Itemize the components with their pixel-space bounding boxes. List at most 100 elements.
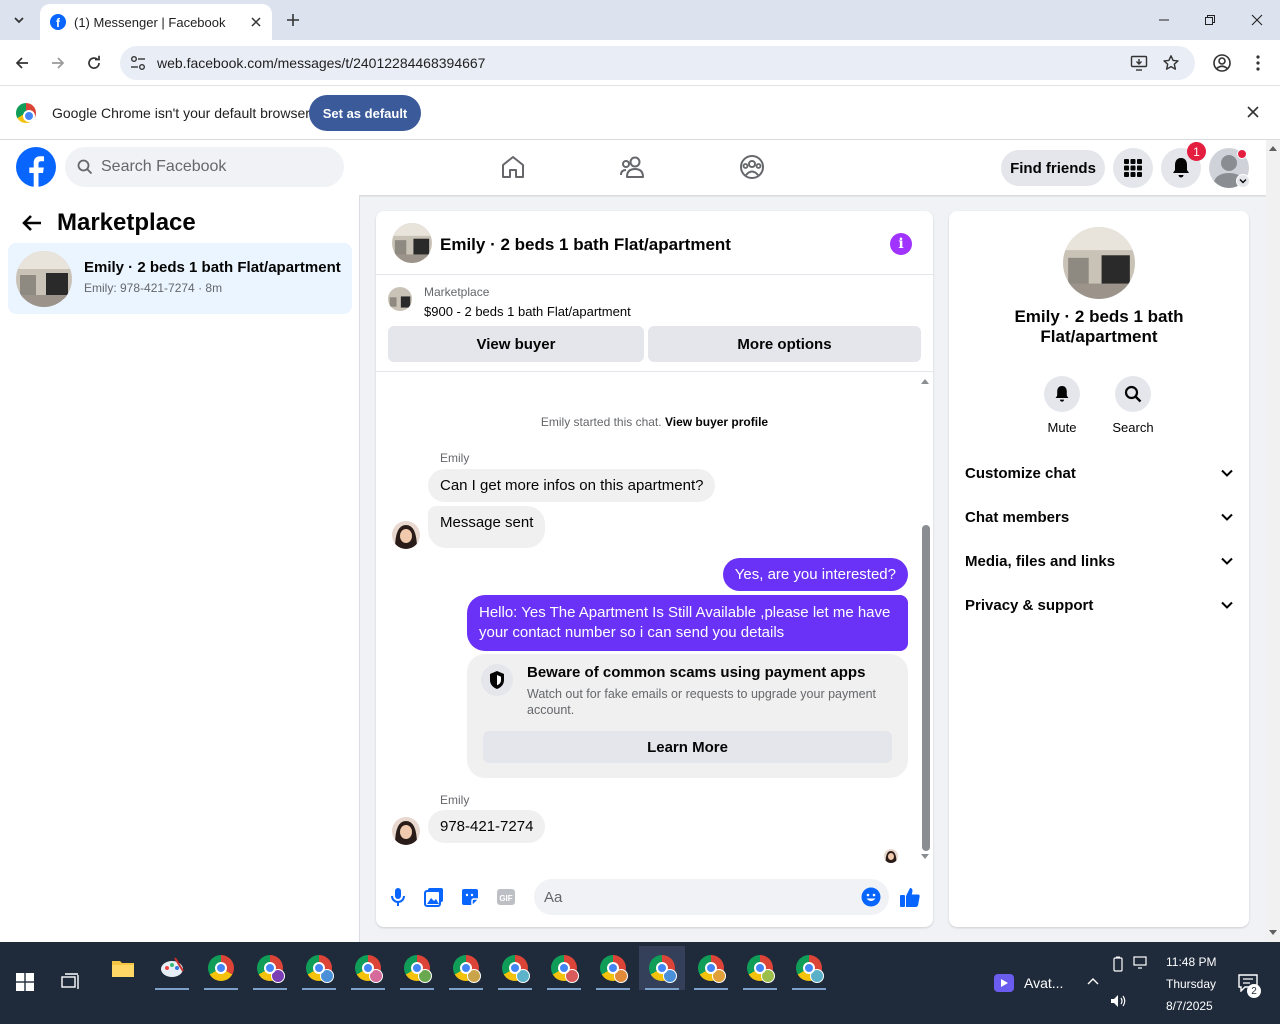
- facebook-search[interactable]: [65, 147, 344, 187]
- taskbar-file-explorer[interactable]: [100, 946, 146, 990]
- taskbar-chrome-profile[interactable]: [394, 946, 440, 990]
- scroll-up-arrow-icon[interactable]: [920, 377, 930, 385]
- infobar-close-button[interactable]: [1247, 106, 1259, 118]
- taskbar-chrome-profile[interactable]: [786, 946, 832, 990]
- nav-friends[interactable]: [615, 150, 651, 184]
- show-hidden-icons-button[interactable]: [1087, 977, 1099, 985]
- section-chat-members[interactable]: Chat members: [965, 501, 1233, 533]
- gif-button[interactable]: GIF: [494, 885, 518, 909]
- sticker-button[interactable]: [458, 885, 482, 909]
- back-to-marketplace-button[interactable]: [20, 211, 44, 235]
- avatar-app-label[interactable]: Avat...: [1024, 975, 1063, 991]
- minimize-icon: [1159, 19, 1169, 21]
- taskbar-chrome-profile[interactable]: [737, 946, 783, 990]
- clock-time[interactable]: 11:48 PM: [1166, 955, 1216, 969]
- site-info-icon[interactable]: [129, 54, 147, 72]
- details-thumbnail[interactable]: [1063, 227, 1135, 299]
- chrome-menu-button[interactable]: [1244, 49, 1272, 77]
- more-options-button[interactable]: More options: [648, 326, 921, 362]
- restore-button[interactable]: [1187, 0, 1233, 40]
- install-app-icon[interactable]: [1130, 54, 1148, 72]
- default-browser-infobar: Google Chrome isn't your default browser…: [0, 86, 1280, 140]
- set-as-default-button[interactable]: Set as default: [309, 95, 421, 131]
- taskbar-chrome-profile[interactable]: [590, 946, 636, 990]
- facebook-logo[interactable]: [16, 147, 56, 187]
- nav-groups[interactable]: [734, 150, 770, 184]
- listing-price-title[interactable]: $900 - 2 beds 1 bath Flat/apartment: [424, 304, 631, 319]
- paint-icon: [161, 957, 184, 977]
- back-button[interactable]: [8, 49, 36, 77]
- taskbar-chrome-profile[interactable]: [296, 946, 342, 990]
- tab-search-button[interactable]: [6, 7, 32, 33]
- task-view-button[interactable]: [48, 960, 94, 1004]
- start-button[interactable]: [2, 960, 48, 1004]
- message-input[interactable]: [544, 888, 844, 906]
- scroll-thumb[interactable]: [922, 525, 930, 851]
- network-icon[interactable]: [1133, 956, 1149, 970]
- chat-started-text: Emily started this chat.: [540, 415, 662, 429]
- clock-date[interactable]: 8/7/2025: [1166, 999, 1213, 1013]
- conversation-item[interactable]: Emily · 2 beds 1 bath Flat/apartment Emi…: [8, 243, 352, 314]
- chevron-down-icon: [1221, 469, 1233, 477]
- emoji-button[interactable]: [861, 887, 881, 907]
- taskbar-chrome-profile[interactable]: [688, 946, 734, 990]
- scroll-down-arrow-icon[interactable]: [1268, 929, 1278, 937]
- search-action[interactable]: Search: [1103, 376, 1163, 435]
- minimize-button[interactable]: [1141, 0, 1187, 40]
- bookmark-star-icon[interactable]: [1162, 54, 1180, 72]
- address-bar[interactable]: web.facebook.com/messages/t/240122844683…: [120, 46, 1195, 80]
- chat-title[interactable]: Emily · 2 beds 1 bath Flat/apartment: [440, 235, 731, 255]
- attach-photo-button[interactable]: [422, 885, 446, 909]
- send-like-button[interactable]: [898, 885, 922, 909]
- new-tab-button[interactable]: [282, 9, 304, 31]
- view-buyer-button[interactable]: View buyer: [388, 326, 644, 362]
- section-media-files-links[interactable]: Media, files and links: [965, 545, 1233, 577]
- message-input-box[interactable]: [534, 879, 889, 915]
- task-view-icon: [61, 973, 79, 989]
- window-close-button[interactable]: [1234, 0, 1280, 40]
- chrome-icon: [551, 955, 579, 983]
- emily-avatar[interactable]: [392, 521, 420, 549]
- reload-button[interactable]: [80, 49, 108, 77]
- chat-panel: Emily · 2 beds 1 bath Flat/apartment i M…: [376, 211, 933, 927]
- find-friends-button[interactable]: Find friends: [1001, 150, 1105, 186]
- nav-home[interactable]: [495, 150, 531, 184]
- account-chevron[interactable]: [1236, 174, 1250, 188]
- message-scrollbar[interactable]: [919, 373, 931, 868]
- scroll-down-arrow-icon[interactable]: [920, 853, 930, 861]
- section-privacy-support[interactable]: Privacy & support: [965, 589, 1233, 621]
- taskbar-chrome-profile[interactable]: [492, 946, 538, 990]
- learn-more-button[interactable]: Learn More: [483, 731, 892, 763]
- gif-icon: GIF: [497, 889, 515, 905]
- browser-tab[interactable]: f (1) Messenger | Facebook: [40, 4, 272, 40]
- avatar-app-icon[interactable]: [994, 974, 1014, 992]
- taskbar-chrome-profile[interactable]: [443, 946, 489, 990]
- taskbar-chrome-profile-active[interactable]: [639, 946, 685, 990]
- chrome-logo-icon: [16, 103, 36, 123]
- chrome-icon: [502, 955, 530, 983]
- taskbar-chrome-profile[interactable]: [345, 946, 391, 990]
- view-buyer-profile-link[interactable]: View buyer profile: [665, 415, 768, 429]
- taskbar-chrome[interactable]: [198, 946, 244, 990]
- chrome-icon: [257, 955, 285, 983]
- clock-day[interactable]: Thursday: [1166, 977, 1216, 991]
- tab-close-button[interactable]: [246, 12, 266, 32]
- voice-clip-button[interactable]: [386, 885, 410, 909]
- facebook-search-input[interactable]: [101, 158, 321, 176]
- section-customize-chat[interactable]: Customize chat: [965, 457, 1233, 489]
- chat-info-button[interactable]: i: [890, 233, 912, 255]
- chat-thumbnail[interactable]: [392, 223, 432, 263]
- forward-button[interactable]: [44, 49, 72, 77]
- taskbar-app-paint[interactable]: [149, 946, 195, 990]
- battery-icon[interactable]: [1112, 956, 1124, 972]
- taskbar-chrome-profile[interactable]: [541, 946, 587, 990]
- more-vertical-icon: [1256, 55, 1260, 71]
- page-scrollbar[interactable]: [1266, 140, 1280, 942]
- scroll-up-arrow-icon[interactable]: [1268, 144, 1278, 152]
- taskbar-chrome-profile-a[interactable]: [247, 946, 293, 990]
- profile-button[interactable]: [1208, 49, 1236, 77]
- mute-action[interactable]: Mute: [1032, 376, 1092, 435]
- volume-icon[interactable]: [1110, 994, 1128, 1008]
- emily-avatar[interactable]: [392, 817, 420, 845]
- menu-button[interactable]: [1113, 148, 1153, 188]
